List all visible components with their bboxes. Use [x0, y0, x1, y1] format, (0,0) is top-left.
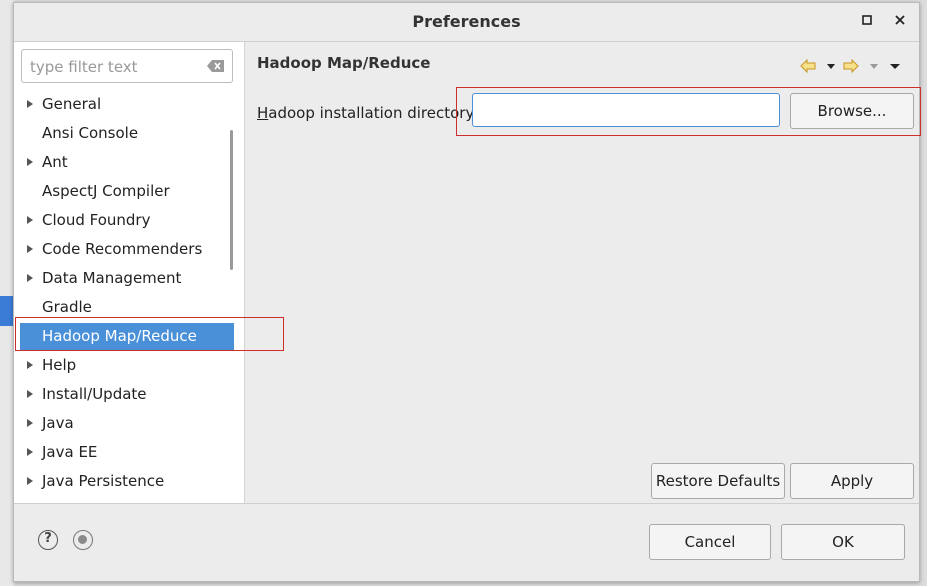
expand-arrow-icon[interactable] — [26, 264, 38, 293]
restore-defaults-label: Restore Defaults — [655, 472, 781, 490]
forward-dropdown-icon[interactable] — [866, 59, 882, 73]
tree-item-label: Cloud Foundry — [42, 211, 151, 229]
expand-arrow-icon[interactable] — [26, 351, 38, 380]
ok-button[interactable]: OK — [781, 524, 905, 560]
install-dir-label: Hadoop installation directory: — [257, 104, 478, 122]
tree-item[interactable]: Cloud Foundry — [14, 206, 244, 235]
tree-item[interactable]: Java EE — [14, 438, 244, 467]
tree-item-label: Java Persistence — [42, 472, 165, 490]
import-export-icon[interactable] — [73, 530, 93, 550]
footer-separator — [14, 503, 919, 504]
highlight-box-install-dir — [456, 87, 921, 136]
expand-arrow-icon[interactable] — [26, 467, 38, 496]
tree-item-label: Help — [42, 356, 77, 374]
preferences-dialog: Preferences General Ansi Console Ant Aspect… — [13, 2, 921, 582]
tree-item[interactable]: AspectJ Compiler — [14, 177, 244, 206]
tree-item-label: General — [42, 95, 102, 113]
back-icon[interactable] — [800, 58, 816, 74]
preference-page: Hadoop Map/Reduce Hadoop installation di… — [245, 42, 921, 503]
tree-item-label: Data Management — [42, 269, 182, 287]
expand-arrow-icon[interactable] — [26, 380, 38, 409]
tree-item[interactable]: Code Recommenders — [14, 235, 244, 264]
expand-arrow-icon[interactable] — [26, 438, 38, 467]
tree-scrollbar[interactable] — [230, 130, 233, 270]
back-dropdown-icon[interactable] — [823, 59, 839, 73]
preference-tree-pane: General Ansi Console Ant AspectJ Compiler Cl… — [14, 42, 245, 503]
background-window-edge — [0, 0, 14, 586]
view-menu-icon[interactable] — [887, 59, 903, 73]
tree-item[interactable]: Ant — [14, 148, 244, 177]
tree-item[interactable]: General — [14, 90, 244, 119]
page-title: Hadoop Map/Reduce — [257, 54, 431, 72]
expand-arrow-icon[interactable] — [26, 235, 38, 264]
tree-item-label: Java — [42, 414, 74, 432]
clear-filter-icon[interactable] — [207, 59, 225, 73]
ok-label: OK — [832, 533, 854, 551]
tree-item[interactable]: Install/Update — [14, 380, 244, 409]
apply-label: Apply — [830, 472, 874, 490]
expand-arrow-icon[interactable] — [26, 90, 38, 119]
tree-item-label: Ant — [42, 153, 68, 171]
tree-item-label: Code Recommenders — [42, 240, 203, 258]
tree-item-label: Java EE — [42, 443, 98, 461]
filter-input[interactable] — [28, 55, 202, 79]
restore-defaults-button[interactable]: Restore Defaults — [651, 463, 785, 499]
install-dir-label-mnemonic: H — [257, 104, 269, 122]
cancel-button[interactable]: Cancel — [649, 524, 771, 560]
tree-item-label: Ansi Console — [42, 124, 139, 142]
tree-item[interactable]: Java Persistence — [14, 467, 244, 496]
tree-item-label: Install/Update — [42, 385, 147, 403]
tree-item[interactable]: Ansi Console — [14, 119, 244, 148]
maximize-icon[interactable] — [857, 12, 877, 32]
cancel-label: Cancel — [684, 533, 736, 551]
title-bar: Preferences — [14, 3, 919, 42]
forward-icon[interactable] — [843, 58, 859, 74]
import-export-dot — [78, 535, 87, 544]
help-icon[interactable]: ? — [38, 530, 58, 550]
tree-item[interactable]: Help — [14, 351, 244, 380]
filter-box — [21, 49, 233, 83]
expand-arrow-icon[interactable] — [26, 409, 38, 438]
install-dir-label-rest: adoop installation directory: — [268, 104, 479, 122]
highlight-box-selected-item — [15, 317, 284, 351]
apply-button[interactable]: Apply — [790, 463, 914, 499]
close-icon[interactable] — [890, 12, 910, 32]
tree-item-label: AspectJ Compiler — [42, 182, 170, 200]
tree-item[interactable]: Java — [14, 409, 244, 438]
tree-item[interactable]: Data Management — [14, 264, 244, 293]
expand-arrow-icon[interactable] — [26, 148, 38, 177]
dialog-title: Preferences — [412, 12, 521, 31]
expand-arrow-icon[interactable] — [26, 206, 38, 235]
background-selection — [0, 296, 14, 326]
